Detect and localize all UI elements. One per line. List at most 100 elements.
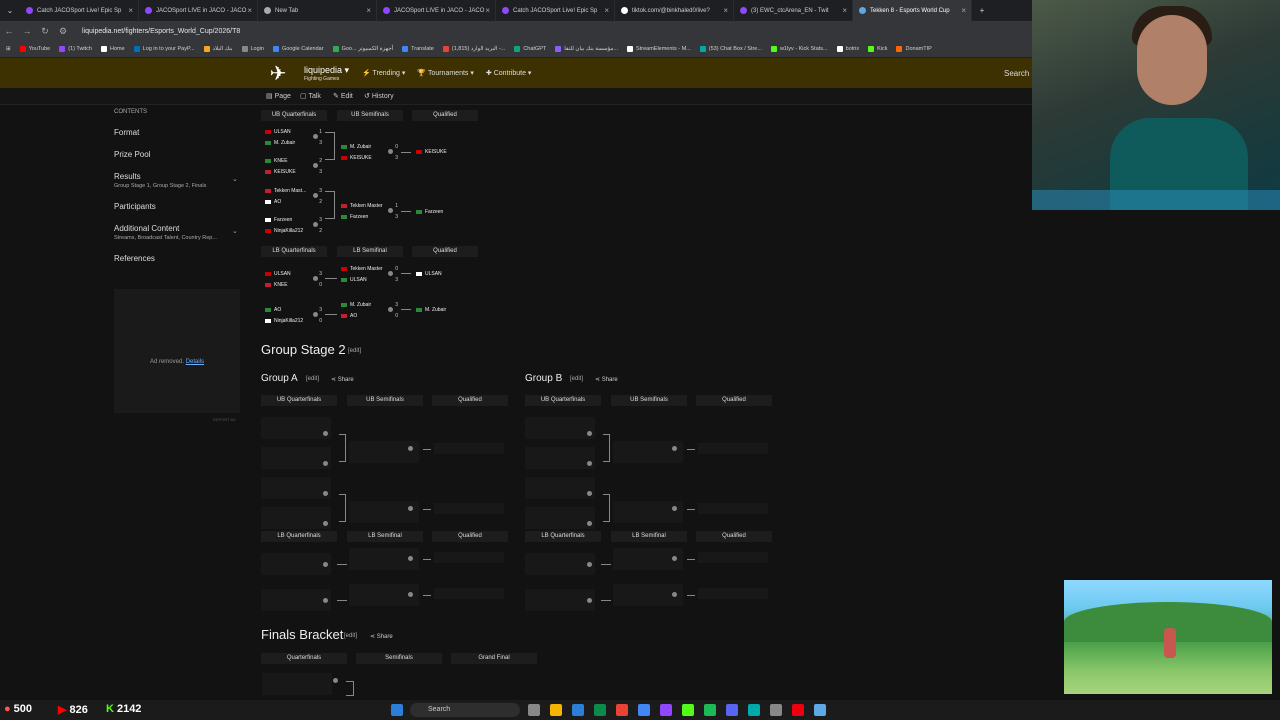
- bracket-info-icon[interactable]: [313, 312, 318, 317]
- windows-start-icon[interactable]: [391, 704, 403, 716]
- bracket-info-icon[interactable]: [587, 461, 592, 466]
- taskbar-app-icon[interactable]: [682, 704, 694, 716]
- bookmark-item[interactable]: w1lyv - Kick Stats...: [770, 46, 828, 52]
- bracket-info-icon[interactable]: [323, 461, 328, 466]
- taskbar-app-icon[interactable]: [814, 704, 826, 716]
- tab-close-icon[interactable]: ×: [366, 6, 371, 15]
- tab-close-icon[interactable]: ×: [128, 6, 133, 15]
- taskbar-app-icon[interactable]: [748, 704, 760, 716]
- bookmark-item[interactable]: (1) Twitch: [59, 46, 92, 52]
- bookmark-item[interactable]: Google Calendar: [272, 46, 324, 52]
- bookmark-item[interactable]: Login: [241, 46, 264, 52]
- bracket-info-icon[interactable]: [587, 491, 592, 496]
- bookmark-item[interactable]: ChatGPT: [514, 46, 546, 52]
- bracket-info-icon[interactable]: [323, 562, 328, 567]
- site-info-icon[interactable]: ⚙: [54, 26, 72, 37]
- bracket-slot[interactable]: M. Zubair: [413, 304, 475, 315]
- group-b-edit-link[interactable]: [edit]: [570, 376, 583, 382]
- taskbar-app-icon[interactable]: [792, 704, 804, 716]
- bracket-info-icon[interactable]: [323, 521, 328, 526]
- taskbar-app-icon[interactable]: [726, 704, 738, 716]
- toc-item[interactable]: Format: [114, 128, 244, 137]
- browser-tab[interactable]: Catch JACOSport Live! Epic Sp ×: [20, 0, 139, 21]
- toc-expand-chevron-icon[interactable]: ⌄: [232, 227, 238, 235]
- bookmark-item[interactable]: مؤسسة بنك بيان للتقا...: [555, 46, 618, 52]
- tab-close-icon[interactable]: ×: [961, 6, 966, 15]
- tab-page[interactable]: ▤ Page: [266, 92, 291, 100]
- bracket-info-icon[interactable]: [408, 592, 413, 597]
- tab-close-icon[interactable]: ×: [247, 6, 252, 15]
- bracket-info-icon[interactable]: [672, 446, 677, 451]
- tab-close-icon[interactable]: ×: [604, 6, 609, 15]
- browser-tab[interactable]: Tekken 8 - Esports World Cup ×: [853, 0, 972, 21]
- bookmark-item[interactable]: StreamElements - M...: [627, 46, 691, 52]
- bracket-info-icon[interactable]: [388, 149, 393, 154]
- browser-tab[interactable]: tiktok.com/@binkhaled0/live? ×: [615, 0, 734, 21]
- search-button[interactable]: Search: [1004, 69, 1029, 78]
- bookmark-item[interactable]: (53) Chat Box / Stre...: [699, 46, 762, 52]
- new-tab-button[interactable]: +: [972, 6, 992, 15]
- bookmark-item[interactable]: Log in to your PayP...: [133, 46, 195, 52]
- forward-icon[interactable]: →: [18, 26, 36, 36]
- taskbar-app-icon[interactable]: [770, 704, 782, 716]
- menu-contribute[interactable]: ✚ Contribute ▾: [486, 69, 532, 77]
- bracket-info-icon[interactable]: [313, 276, 318, 281]
- bracket-info-icon[interactable]: [672, 506, 677, 511]
- bracket-info-icon[interactable]: [408, 506, 413, 511]
- back-icon[interactable]: ←: [0, 26, 18, 36]
- browser-tab[interactable]: JACOSport LIVE in JACO - JACO ×: [139, 0, 258, 21]
- group-b-share-link[interactable]: ⋖ Share: [595, 376, 618, 383]
- tab-close-icon[interactable]: ×: [723, 6, 728, 15]
- bracket-info-icon[interactable]: [313, 193, 318, 198]
- taskbar-app-icon[interactable]: [616, 704, 628, 716]
- liquipedia-logo-icon[interactable]: ✈: [265, 61, 291, 85]
- finals-edit-link[interactable]: [edit]: [344, 633, 357, 639]
- group-stage-2-edit-link[interactable]: [edit]: [348, 348, 361, 354]
- bracket-info-icon[interactable]: [672, 556, 677, 561]
- bracket-info-icon[interactable]: [587, 431, 592, 436]
- bracket-info-icon[interactable]: [323, 431, 328, 436]
- taskbar-app-icon[interactable]: [572, 704, 584, 716]
- bracket-info-icon[interactable]: [672, 592, 677, 597]
- toc-item[interactable]: References: [114, 254, 244, 263]
- toc-item[interactable]: Additional Content Streams, Broadcast Tal…: [114, 224, 244, 241]
- bracket-info-icon[interactable]: [388, 271, 393, 276]
- group-a-edit-link[interactable]: [edit]: [306, 376, 319, 382]
- taskbar-app-icon[interactable]: [528, 704, 540, 716]
- bookmark-item[interactable]: botrix: [836, 46, 859, 52]
- bracket-info-icon[interactable]: [323, 491, 328, 496]
- bracket-slot[interactable]: Farzeen: [413, 206, 475, 217]
- tab-close-icon[interactable]: ×: [842, 6, 847, 15]
- ad-details-link[interactable]: Details: [186, 359, 204, 365]
- taskbar-app-icon[interactable]: [594, 704, 606, 716]
- bookmark-item[interactable]: Kick: [868, 46, 887, 52]
- report-ad-link[interactable]: REPORT AD: [213, 417, 236, 422]
- menu-tournaments[interactable]: 🏆 Tournaments ▾: [417, 69, 473, 77]
- taskbar-search[interactable]: Search: [410, 703, 520, 717]
- bracket-info-icon[interactable]: [587, 521, 592, 526]
- bracket-info-icon[interactable]: [313, 222, 318, 227]
- taskbar-app-icon[interactable]: [660, 704, 672, 716]
- bracket-info-icon[interactable]: [587, 598, 592, 603]
- tab-talk[interactable]: ▢ Talk: [300, 92, 321, 100]
- tab-history[interactable]: ↺ History: [364, 92, 394, 100]
- browser-tab[interactable]: JACOSport LIVE in JACO - JACO ×: [377, 0, 496, 21]
- bracket-info-icon[interactable]: [313, 134, 318, 139]
- bracket-info-icon[interactable]: [587, 562, 592, 567]
- bookmark-item[interactable]: (1,815) البريد الوارد -...: [442, 46, 505, 52]
- taskbar-app-icon[interactable]: [550, 704, 562, 716]
- tab-edit[interactable]: ✎ Edit: [333, 92, 353, 100]
- toc-item[interactable]: Results Group Stage 1, Group Stage 2, Fin…: [114, 172, 244, 189]
- url-field[interactable]: liquipedia.net/fighters/Esports_World_Cu…: [82, 28, 240, 35]
- bookmark-item[interactable]: بنك البلاد: [203, 46, 233, 52]
- browser-tab[interactable]: Catch JACOSport Live! Epic Sp ×: [496, 0, 615, 21]
- bookmark-item[interactable]: YouTube: [19, 46, 50, 52]
- taskbar-app-icon[interactable]: [704, 704, 716, 716]
- browser-tab[interactable]: (3) EWC_ctcArena_EN - Twit ×: [734, 0, 853, 21]
- menu-trending[interactable]: ⚡ Trending ▾: [362, 69, 405, 77]
- apps-icon[interactable]: ⊞: [6, 46, 11, 52]
- bracket-info-icon[interactable]: [313, 163, 318, 168]
- bookmark-item[interactable]: DonamTIP: [896, 46, 932, 52]
- site-brand[interactable]: liquipedia ▾ Fighting Games: [304, 65, 349, 82]
- taskbar-app-icon[interactable]: [638, 704, 650, 716]
